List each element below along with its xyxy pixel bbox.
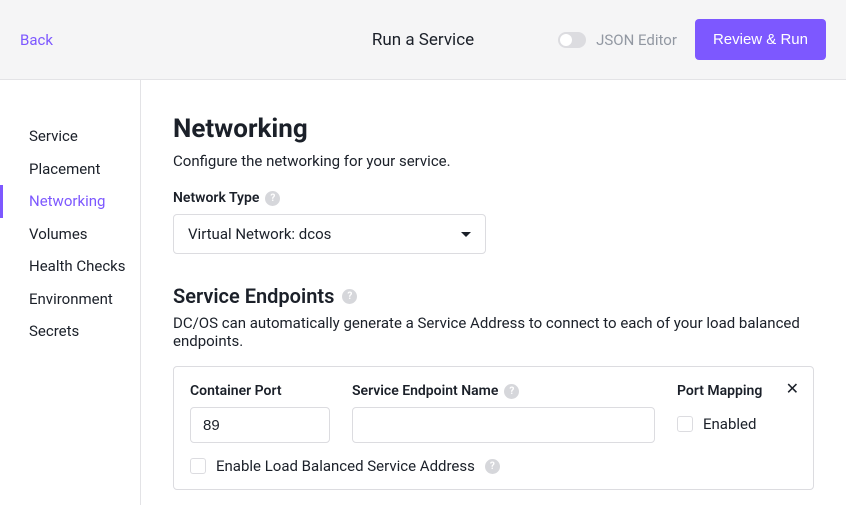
page-subtitle: Configure the networking for your servic… [173, 152, 814, 170]
port-mapping-label: Port Mapping [677, 383, 797, 399]
main-content: Networking Configure the networking for … [141, 80, 846, 505]
sidebar-item-health-checks[interactable]: Health Checks [0, 250, 140, 283]
service-endpoints-title: Service Endpoints ? [173, 284, 814, 308]
sidebar-item-service[interactable]: Service [0, 120, 140, 153]
endpoint-row: Container Port Service Endpoint Name ? P… [190, 383, 797, 443]
network-type-select[interactable]: Virtual Network: dcos [173, 214, 486, 254]
load-balanced-row: Enable Load Balanced Service Address ? [190, 457, 797, 475]
port-mapping-enabled-label: Enabled [703, 415, 756, 433]
chevron-down-icon [461, 232, 471, 237]
load-balanced-label: Enable Load Balanced Service Address [216, 457, 475, 475]
port-mapping-enabled-row: Enabled [677, 415, 797, 433]
container-port-label-text: Container Port [190, 383, 282, 399]
load-balanced-checkbox[interactable] [190, 458, 206, 474]
network-type-label-text: Network Type [173, 190, 259, 206]
port-mapping-enabled-checkbox[interactable] [677, 416, 693, 432]
json-editor-label: JSON Editor [596, 31, 677, 49]
sidebar-item-secrets[interactable]: Secrets [0, 315, 140, 348]
network-type-label: Network Type ? [173, 190, 814, 206]
review-run-button[interactable]: Review & Run [695, 19, 826, 60]
sidebar-item-placement[interactable]: Placement [0, 153, 140, 186]
help-icon[interactable]: ? [342, 289, 357, 304]
network-type-selected: Virtual Network: dcos [188, 225, 331, 243]
container-port-col: Container Port [190, 383, 330, 443]
sidebar-item-networking[interactable]: Networking [0, 185, 140, 218]
body: Service Placement Networking Volumes Hea… [0, 80, 846, 505]
container-port-input[interactable] [190, 407, 330, 443]
service-endpoint-name-input[interactable] [352, 407, 655, 443]
endpoint-box: ✕ Container Port Service Endpoint Name ? [173, 366, 814, 490]
page-title: Networking [173, 114, 814, 144]
service-endpoint-name-label: Service Endpoint Name ? [352, 383, 655, 399]
container-port-label: Container Port [190, 383, 330, 399]
json-editor-toggle-container: JSON Editor [558, 31, 677, 49]
back-link[interactable]: Back [20, 31, 53, 49]
help-icon[interactable]: ? [504, 384, 519, 399]
page-header-title: Run a Service [372, 30, 474, 50]
port-mapping-label-text: Port Mapping [677, 383, 762, 399]
port-mapping-col: Port Mapping Enabled [677, 383, 797, 433]
sidebar-item-volumes[interactable]: Volumes [0, 218, 140, 251]
service-endpoints-title-text: Service Endpoints [173, 284, 334, 308]
header-right: JSON Editor Review & Run [558, 19, 826, 60]
sidebar-item-environment[interactable]: Environment [0, 283, 140, 316]
close-icon[interactable]: ✕ [786, 381, 799, 397]
help-icon[interactable]: ? [265, 191, 280, 206]
json-editor-toggle[interactable] [558, 32, 586, 48]
service-endpoint-name-label-text: Service Endpoint Name [352, 383, 498, 399]
help-icon[interactable]: ? [485, 459, 500, 474]
sidebar: Service Placement Networking Volumes Hea… [0, 80, 141, 505]
service-endpoints-desc: DC/OS can automatically generate a Servi… [173, 314, 814, 350]
header: Back Run a Service JSON Editor Review & … [0, 0, 846, 80]
service-endpoint-name-col: Service Endpoint Name ? [352, 383, 655, 443]
